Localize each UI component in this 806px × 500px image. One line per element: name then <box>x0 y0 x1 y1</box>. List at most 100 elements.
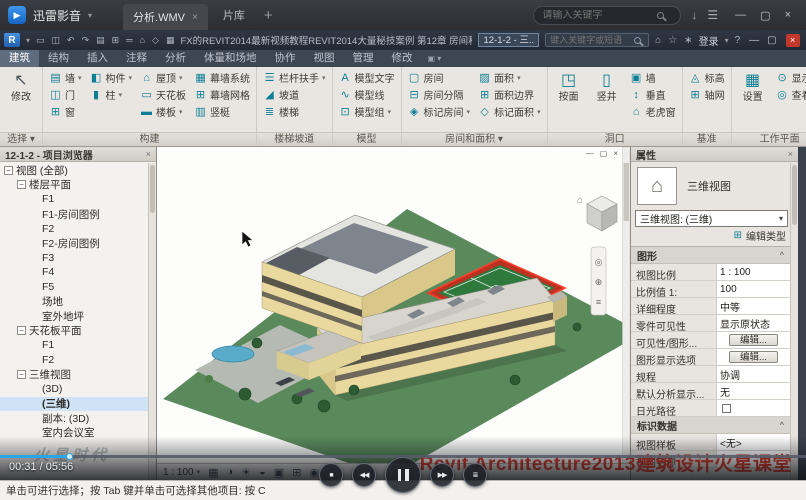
property-value[interactable]: 1 : 100 <box>717 264 790 280</box>
tree-item[interactable]: F2-房间图例 <box>0 236 148 251</box>
properties-header[interactable]: 属性 × <box>631 147 798 162</box>
tree-item[interactable]: F1-房间图例 <box>0 207 148 222</box>
property-value[interactable] <box>717 400 790 416</box>
3d-model-view[interactable]: ⌂ ◎ ⊕ ≡ <box>157 147 630 463</box>
tab-close-icon[interactable]: × <box>192 12 198 23</box>
type-selector[interactable]: 三维视图: (三维) ▾ <box>635 210 788 227</box>
tag-area-tool[interactable]: ◇标记面积▾ <box>475 103 544 120</box>
redo-icon[interactable]: ↷ <box>82 35 90 46</box>
component-tool[interactable]: ◧构件▾ <box>87 69 136 86</box>
railing-tool[interactable]: ☰栏杆扶手▾ <box>260 69 329 86</box>
expander-icon[interactable]: − <box>4 166 13 175</box>
ribbon-panel-label[interactable]: 基准 <box>683 132 731 146</box>
stair-tool[interactable]: ≣楼梯 <box>260 103 329 120</box>
modify-tool[interactable]: ↖修改 <box>3 69 39 103</box>
ceiling-tool[interactable]: ▭天花板 <box>137 86 189 103</box>
type-image[interactable]: ⌂ <box>637 167 677 205</box>
tree-item[interactable]: 副本: (3D) <box>0 411 148 426</box>
viewer-tool[interactable]: ◎查看器 <box>773 86 806 103</box>
property-value[interactable]: 编辑... <box>717 349 790 365</box>
area-boundary-tool[interactable]: ⊞面积边界 <box>475 86 544 103</box>
ribbon-panel-label[interactable]: 选择 ▾ <box>0 132 42 146</box>
playlist-button[interactable]: ≣ <box>463 463 487 487</box>
ribbon-tab[interactable]: 视图 <box>305 50 344 67</box>
ribbon-tab[interactable]: 结构 <box>39 50 78 67</box>
previous-button[interactable]: ◀◀ <box>352 463 376 487</box>
ribbon-tab[interactable]: 插入 <box>78 50 117 67</box>
floor-tool[interactable]: ▬楼板▾ <box>137 103 189 120</box>
edit-button[interactable]: 编辑... <box>729 334 778 346</box>
infocenter-search-input[interactable] <box>550 35 630 45</box>
default-3d-view-icon[interactable]: ⌂ <box>140 35 145 45</box>
ribbon-tab[interactable]: 建筑 <box>0 50 39 67</box>
ribbon-panel-label[interactable]: 洞口 <box>548 132 682 146</box>
model-group-tool[interactable]: ⊡模型组▾ <box>336 103 398 120</box>
level-tool[interactable]: ◬标高 <box>686 69 728 86</box>
search-icon[interactable] <box>657 12 664 19</box>
property-value[interactable]: 编辑... <box>717 332 790 348</box>
print-icon[interactable]: ▤ <box>96 35 105 46</box>
maximize-button[interactable]: ▢ <box>753 9 777 22</box>
model-line-tool[interactable]: ∿模型线 <box>336 86 398 103</box>
door-tool[interactable]: ◫门 <box>46 86 85 103</box>
set-workplane-tool[interactable]: ▦设置 <box>735 69 771 103</box>
drawing-area[interactable]: — ▢ × <box>157 147 630 480</box>
panel-close-icon[interactable]: × <box>146 149 151 159</box>
room-tool[interactable]: ▢房间 <box>405 69 474 86</box>
grid-tool[interactable]: ⊞轴网 <box>686 86 728 103</box>
player-app-name[interactable]: 迅雷影音 <box>33 7 81 24</box>
revit-menu-caret-icon[interactable]: ▾ <box>26 36 30 45</box>
tree-item[interactable]: F3 <box>0 251 148 266</box>
properties-scrollbar[interactable] <box>790 163 798 480</box>
model-text-tool[interactable]: A模型文字 <box>336 69 398 86</box>
dormer-opening-tool[interactable]: ⌂老虎窗 <box>627 103 679 120</box>
help-button[interactable]: ? <box>735 35 741 46</box>
save-icon[interactable]: ◫ <box>52 35 61 46</box>
tree-item[interactable]: −视图 (全部) <box>0 163 148 178</box>
thin-lines-icon[interactable]: ▦ <box>166 35 175 46</box>
ribbon-panel-label[interactable]: 工作平面 <box>732 132 806 146</box>
view-restore-icon[interactable]: ▢ <box>600 149 608 158</box>
property-section[interactable]: 图形^ <box>631 247 790 264</box>
undo-icon[interactable]: ↶ <box>67 35 75 46</box>
selector-caret-icon[interactable]: ▾ <box>779 214 783 223</box>
revit-logo-icon[interactable]: R <box>4 33 20 47</box>
tree-item[interactable]: F1 <box>0 338 148 353</box>
viewcube[interactable]: ⌂ <box>577 195 617 231</box>
area-tool[interactable]: ▨面积▾ <box>475 69 544 86</box>
navigation-bar[interactable]: ◎ ⊕ ≡ <box>591 247 606 315</box>
tree-item[interactable]: −楼层平面 <box>0 178 148 193</box>
column-tool[interactable]: ▮柱▾ <box>87 86 136 103</box>
close-button[interactable]: × <box>778 9 798 22</box>
play-pause-button[interactable] <box>385 457 421 493</box>
ribbon-tab[interactable]: 体量和场地 <box>195 50 266 67</box>
measure-icon[interactable]: ⊞ <box>112 35 120 46</box>
property-value[interactable]: 显示原状态 <box>717 315 790 331</box>
tree-item[interactable]: F1 <box>0 192 148 207</box>
new-tab-button[interactable]: + <box>260 7 277 24</box>
player-search-input[interactable] <box>542 10 652 21</box>
wall-tool[interactable]: ▤墙▾ <box>46 69 85 86</box>
mullion-tool[interactable]: ▥竖梃 <box>191 103 253 120</box>
revit-close-button[interactable]: × <box>786 34 800 47</box>
exchange-apps-icon[interactable]: ∗ <box>684 35 692 46</box>
curtain-system-tool[interactable]: ▦幕墙系统 <box>191 69 253 86</box>
player-tab-active[interactable]: 分析.WMV × <box>123 4 208 30</box>
sign-in-button[interactable]: 登录 <box>699 33 719 48</box>
ramp-tool[interactable]: ◢坡道 <box>260 86 329 103</box>
stop-button[interactable]: ■ <box>319 463 343 487</box>
checkbox-icon[interactable] <box>722 404 731 413</box>
player-tab-library[interactable]: 片库 <box>215 7 253 23</box>
ribbon-panel-label[interactable]: 模型 <box>333 132 401 146</box>
tree-item[interactable]: 场地 <box>0 294 148 309</box>
favorites-icon[interactable]: ☆ <box>668 35 677 46</box>
property-value[interactable]: 100 <box>717 281 790 297</box>
align-icon[interactable]: ═ <box>126 35 132 45</box>
collapse-icon[interactable]: ^ <box>780 420 784 430</box>
tree-item[interactable]: −三维视图 <box>0 367 148 382</box>
tree-item[interactable]: F2 <box>0 221 148 236</box>
minimize-button[interactable]: — <box>728 9 753 22</box>
browser-scrollbar[interactable] <box>148 163 156 480</box>
open-icon[interactable]: ▭ <box>36 35 45 46</box>
tree-item[interactable]: F4 <box>0 265 148 280</box>
